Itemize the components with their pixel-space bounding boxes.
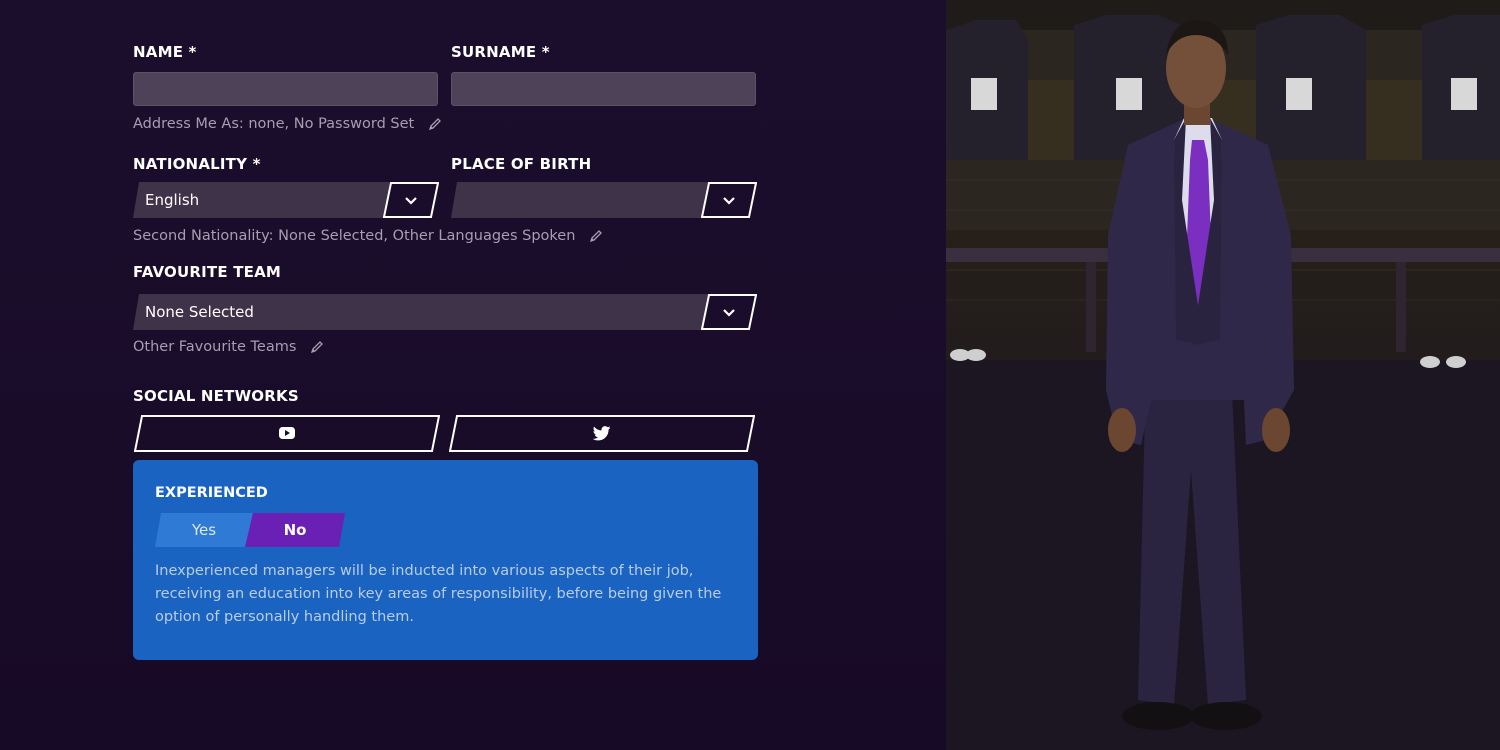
pencil-icon <box>590 230 603 243</box>
manager-preview <box>946 0 1500 750</box>
name-field-wrap <box>133 72 438 106</box>
place-of-birth-label: PLACE OF BIRTH <box>451 155 592 173</box>
experienced-no-option[interactable]: No <box>245 513 345 547</box>
other-favourite-teams-link[interactable]: Other Favourite Teams <box>133 339 324 355</box>
second-nationality-text: Second Nationality: None Selected, Other… <box>133 228 576 244</box>
experienced-title: EXPERIENCED <box>155 485 268 501</box>
nationality-label: NATIONALITY * <box>133 155 261 173</box>
pencil-icon <box>429 118 442 131</box>
youtube-button[interactable] <box>134 415 440 452</box>
youtube-icon <box>279 427 295 439</box>
address-me-as-link[interactable]: Address Me As: none, No Password Set <box>133 116 442 132</box>
experienced-no-label: No <box>283 521 307 539</box>
pencil-icon <box>311 341 324 354</box>
experienced-panel: EXPERIENCED Yes No Inexperienced manager… <box>133 460 758 660</box>
place-of-birth-value <box>451 182 713 218</box>
manager-avatar-scene <box>946 0 1500 750</box>
nationality-dropdown-button[interactable] <box>383 182 439 218</box>
surname-field-wrap <box>451 72 756 106</box>
place-of-birth-dropdown[interactable] <box>451 182 757 218</box>
second-nationality-link[interactable]: Second Nationality: None Selected, Other… <box>133 228 603 244</box>
experienced-toggle: Yes No <box>155 513 345 547</box>
place-of-birth-dropdown-button[interactable] <box>701 182 757 218</box>
profile-form: NAME * SURNAME * Address Me As: none, No… <box>0 0 946 750</box>
favourite-team-value: None Selected <box>133 294 713 330</box>
favourite-team-label: FAVOURITE TEAM <box>133 263 282 281</box>
nationality-dropdown[interactable]: English <box>133 182 439 218</box>
experienced-yes-option[interactable]: Yes <box>155 513 253 547</box>
social-networks-label: SOCIAL NETWORKS <box>133 387 299 405</box>
experienced-yes-label: Yes <box>191 521 217 539</box>
favourite-team-dropdown[interactable]: None Selected <box>133 294 758 330</box>
name-label: NAME * <box>133 43 197 61</box>
nationality-value: English <box>133 182 395 218</box>
name-input[interactable] <box>134 73 437 105</box>
favourite-team-dropdown-button[interactable] <box>701 294 757 330</box>
experienced-description: Inexperienced managers will be inducted … <box>155 563 722 625</box>
surname-label: SURNAME * <box>451 43 550 61</box>
address-me-as-text: Address Me As: none, No Password Set <box>133 116 415 132</box>
other-favourite-teams-text: Other Favourite Teams <box>133 339 297 355</box>
surname-input[interactable] <box>452 73 755 105</box>
twitter-button[interactable] <box>449 415 755 452</box>
twitter-icon <box>593 426 611 441</box>
